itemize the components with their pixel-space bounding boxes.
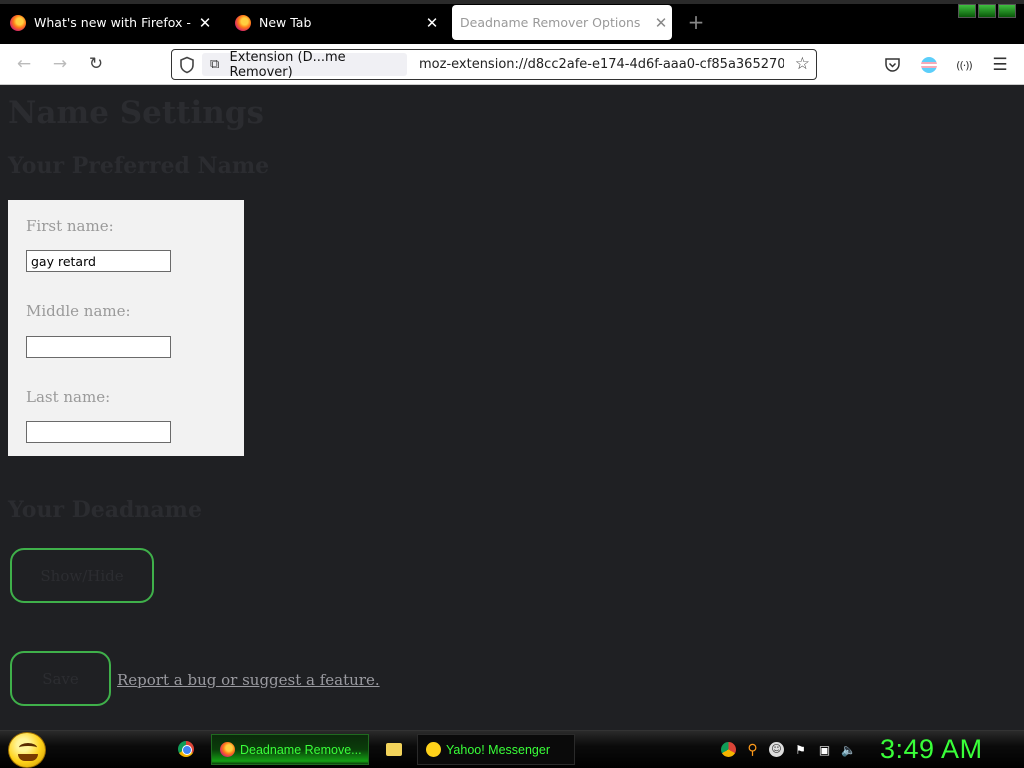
tracking-shield-icon[interactable] [178,56,196,74]
firefox-icon [220,742,235,757]
last-name-input[interactable] [26,421,171,443]
task-label: Deadname Remove... [240,742,362,757]
tab-label: New Tab [259,15,312,30]
maximize-button[interactable] [978,4,996,18]
trans-flag-extension-icon[interactable] [918,54,940,76]
first-name-label: First name: [26,217,114,235]
hamburger-menu-icon[interactable]: ☰ [989,54,1011,76]
task-label: Yahoo! Messenger [446,742,550,757]
taskbar-item-firefox[interactable]: Deadname Remove... [211,734,369,765]
pocket-icon[interactable] [881,54,903,76]
options-page: Name Settings Your Preferred Name First … [0,85,1024,730]
tray-chrome-icon[interactable] [721,742,736,757]
reload-icon[interactable]: ↻ [84,52,108,76]
tab-new-tab[interactable]: New Tab ✕ [235,5,443,40]
close-window-button[interactable] [998,4,1016,18]
tray-flag-icon[interactable]: ⚑ [793,742,808,757]
url-bar[interactable]: ⧉ Extension (D...me Remover) moz-extensi… [171,49,817,80]
first-name-input[interactable] [26,250,171,272]
firefox-icon [235,14,251,31]
firefox-icon [10,14,26,31]
tab-whats-new[interactable]: What's new with Firefox - More ✕ [10,5,216,40]
tray-network-icon[interactable]: ▣ [817,742,832,757]
close-icon[interactable]: ✕ [650,14,672,32]
window-controls[interactable] [958,4,1016,18]
puzzle-icon: ⧉ [210,57,220,72]
identity-label: Extension (D...me Remover) [229,49,346,80]
radio-extension-icon[interactable]: ((·)) [953,54,975,76]
report-bug-link[interactable]: Report a bug or suggest a feature. [117,671,380,689]
chrome-icon[interactable] [178,741,194,757]
tab-label: What's new with Firefox - More [34,15,194,30]
url-text[interactable]: moz-extension://d8cc2afe-e174-4d6f-aaa0-… [419,57,784,72]
clock[interactable]: 3:49 AM [880,734,990,765]
page-title: Name Settings [8,95,264,131]
plus-icon[interactable]: + [684,10,708,34]
close-icon[interactable]: ✕ [421,14,443,32]
tray-chat-icon[interactable]: ☺ [769,742,784,757]
close-icon[interactable]: ✕ [194,14,216,32]
last-name-label: Last name: [26,388,111,406]
taskbar: Deadname Remove... Yahoo! Messenger ⚲ ☺ … [0,730,1024,768]
nav-bar: ← → ↻ ⧉ Extension (D...me Remover) moz-e… [0,44,1024,85]
tab-strip: What's new with Firefox - More ✕ New Tab… [0,0,1024,44]
back-arrow-icon[interactable]: ← [12,52,36,76]
folder-icon[interactable] [384,734,406,765]
tray-search-icon[interactable]: ⚲ [745,742,760,758]
middle-name-input[interactable] [26,336,171,358]
save-button[interactable]: Save [10,651,111,706]
identity-box[interactable]: ⧉ Extension (D...me Remover) [202,50,407,80]
show-hide-button[interactable]: Show/Hide [10,548,154,603]
yahoo-smiley-icon [426,742,441,757]
tab-label: Deadname Remover Options [460,15,641,30]
preferred-name-heading: Your Preferred Name [8,153,270,179]
tab-deadname-options[interactable]: Deadname Remover Options ✕ [452,5,672,40]
minimize-button[interactable] [958,4,976,18]
middle-name-label: Middle name: [26,302,131,320]
tray-volume-icon[interactable]: 🔈 [841,742,856,757]
preferred-name-form: First name: Middle name: Last name: [8,200,244,456]
start-smiley-icon[interactable] [8,732,46,768]
deadname-heading: Your Deadname [8,497,202,523]
bookmark-star-icon[interactable]: ☆ [795,54,810,74]
forward-arrow-icon[interactable]: → [48,52,72,76]
taskbar-item-yahoo-messenger[interactable]: Yahoo! Messenger [417,734,575,765]
tab-strip-border [0,0,1024,4]
